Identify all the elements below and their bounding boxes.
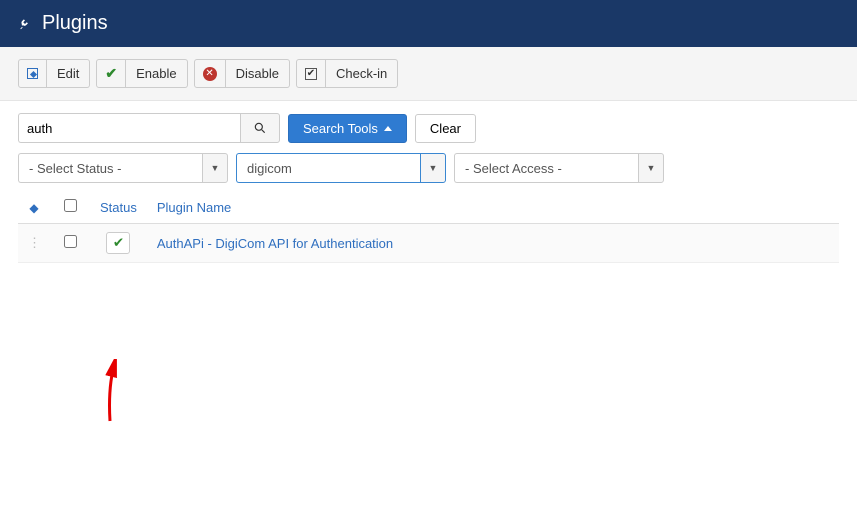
plug-icon: [18, 17, 32, 31]
select-all-checkbox[interactable]: [64, 199, 77, 212]
search-tools-button[interactable]: Search Tools: [288, 114, 407, 143]
status-toggle-button[interactable]: ✔: [106, 232, 130, 254]
page-header: Plugins: [0, 0, 857, 47]
table-row: ⋮ ✔ AuthAPi - DigiCom API for Authentica…: [18, 224, 839, 263]
checkin-icon-button[interactable]: ✔: [296, 59, 326, 88]
check-icon: ✔: [113, 235, 124, 251]
checkin-icon: ✔: [305, 68, 317, 80]
access-filter[interactable]: - Select Access - ▼: [454, 153, 664, 183]
edit-group: Edit: [18, 59, 90, 88]
sort-icon: ◆: [29, 201, 38, 215]
search-button[interactable]: [240, 113, 280, 143]
chevron-down-icon: ▼: [202, 153, 228, 183]
chevron-down-icon: ▼: [638, 153, 664, 183]
edit-button[interactable]: Edit: [47, 59, 90, 88]
page-title: Plugins: [42, 12, 108, 35]
name-column-header[interactable]: Plugin Name: [147, 191, 839, 224]
checkbox-cell: [50, 224, 90, 263]
search-tools-label: Search Tools: [303, 121, 378, 136]
status-filter-value: - Select Status -: [18, 153, 202, 183]
folder-filter[interactable]: digicom ▼: [236, 153, 446, 183]
status-column-header[interactable]: Status: [90, 191, 147, 224]
search-input[interactable]: [18, 113, 240, 143]
content-area: Search Tools Clear - Select Status - ▼ d…: [0, 101, 857, 275]
toolbar-area: Edit ✔ Enable ✕ Disable ✔ Check-in: [0, 47, 857, 101]
disable-icon-button[interactable]: ✕: [194, 59, 226, 88]
drag-handle-icon[interactable]: ⋮: [28, 235, 40, 250]
filter-row: - Select Status - ▼ digicom ▼ - Select A…: [18, 153, 839, 183]
disable-icon: ✕: [203, 67, 217, 81]
name-cell: AuthAPi - DigiCom API for Authentication: [147, 224, 839, 263]
checkbox-column-header: [50, 191, 90, 224]
disable-button[interactable]: Disable: [226, 59, 290, 88]
folder-filter-value: digicom: [236, 153, 420, 183]
checkin-group: ✔ Check-in: [296, 59, 398, 88]
toolbar-buttons: Edit ✔ Enable ✕ Disable ✔ Check-in: [18, 59, 839, 88]
status-cell: ✔: [90, 224, 147, 263]
check-icon: ✔: [105, 65, 117, 82]
clear-button[interactable]: Clear: [415, 114, 476, 143]
search-group: [18, 113, 280, 143]
annotation-arrow-icon: [98, 359, 138, 429]
enable-icon-button[interactable]: ✔: [96, 59, 126, 88]
row-checkbox[interactable]: [64, 235, 77, 248]
search-icon: [253, 121, 267, 135]
plugin-name-link[interactable]: AuthAPi - DigiCom API for Authentication: [157, 236, 393, 251]
edit-icon-button[interactable]: [18, 59, 47, 88]
search-row: Search Tools Clear: [18, 113, 839, 143]
edit-icon: [27, 68, 38, 79]
sort-column-header[interactable]: ◆: [18, 191, 50, 224]
access-filter-value: - Select Access -: [454, 153, 638, 183]
caret-up-icon: [384, 126, 392, 131]
enable-group: ✔ Enable: [96, 59, 187, 88]
checkin-button[interactable]: Check-in: [326, 59, 398, 88]
chevron-down-icon: ▼: [420, 153, 446, 183]
enable-button[interactable]: Enable: [126, 59, 187, 88]
disable-group: ✕ Disable: [194, 59, 290, 88]
drag-handle-cell: ⋮: [18, 224, 50, 263]
plugins-table: ◆ Status Plugin Name ⋮ ✔ AuthAPi - DigiC…: [18, 191, 839, 263]
table-header-row: ◆ Status Plugin Name: [18, 191, 839, 224]
status-filter[interactable]: - Select Status - ▼: [18, 153, 228, 183]
